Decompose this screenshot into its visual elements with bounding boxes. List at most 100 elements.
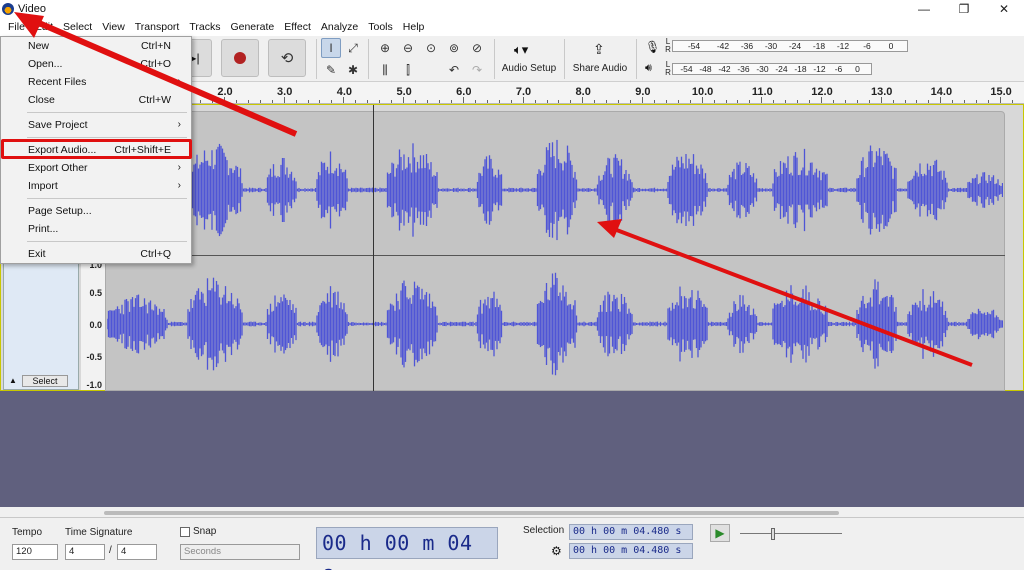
menu-transport[interactable]: Transport	[130, 18, 185, 36]
waveform-right-channel[interactable]	[107, 259, 1003, 389]
record-button[interactable]	[221, 39, 259, 77]
fit-selection-button[interactable]: ⊙	[421, 38, 441, 58]
ruler-tick-label: 10.0	[691, 86, 714, 98]
settings-gear-icon[interactable]: ⚙	[551, 544, 562, 558]
file-menu-item[interactable]: New Ctrl+N	[1, 37, 191, 55]
playhead-cursor	[373, 105, 374, 392]
time-signature-denominator[interactable]: 4	[117, 544, 157, 560]
horizontal-scrollbar[interactable]	[104, 511, 839, 515]
close-button[interactable]: ✕	[984, 0, 1024, 18]
menu-view[interactable]: View	[97, 18, 130, 36]
file-menu-item[interactable]: Page Setup...	[1, 202, 191, 220]
record-meter[interactable]: LR -54 -42 -36 -30 -24 -18 -12 -6 0	[664, 38, 908, 54]
asterisk-icon: ✱	[347, 63, 359, 77]
submenu-arrow-icon: ›	[177, 162, 181, 173]
silence-audio-button[interactable]: ⫿	[398, 60, 418, 80]
play-at-speed-button[interactable]: ▶	[710, 524, 730, 542]
selection-start-time[interactable]: 00 h 00 m 04.480 s	[569, 524, 693, 540]
amplitude-label: -1.0	[86, 380, 102, 390]
redo-button[interactable]: ↷	[467, 60, 487, 80]
minimize-button[interactable]: —	[904, 0, 944, 18]
ruler-tick	[725, 100, 727, 103]
zoom-out-button[interactable]: ⊖	[398, 38, 418, 58]
menu-help[interactable]: Help	[398, 18, 430, 36]
meter-tick-label: -42	[716, 41, 730, 51]
ruler-tick	[713, 100, 715, 103]
waveform-left-channel[interactable]	[107, 125, 1003, 255]
channel-divider	[105, 255, 1005, 256]
menu-item-label: Export Other	[28, 162, 88, 174]
multi-tool-button[interactable]: ✱	[343, 60, 363, 80]
ruler-tick	[856, 100, 858, 103]
file-menu-item[interactable]: Close Ctrl+W	[1, 91, 191, 109]
trim-audio-button[interactable]: ⫼	[375, 60, 395, 80]
ruler-tick	[427, 100, 429, 103]
ruler-tick	[988, 100, 990, 103]
snap-unit-select[interactable]: Seconds	[180, 544, 300, 560]
meter-tick-label: -18	[812, 41, 826, 51]
file-menu-item[interactable]: Exit Ctrl+Q	[1, 245, 191, 263]
ruler-tick	[331, 100, 333, 103]
snap-checkbox[interactable]	[180, 527, 190, 537]
collapse-track-button[interactable]: ▲	[6, 375, 20, 387]
menu-item-shortcut: Ctrl+O	[140, 58, 171, 70]
draw-tool-button[interactable]: ✎	[321, 60, 341, 80]
menu-tracks[interactable]: Tracks	[184, 18, 225, 36]
menu-edit[interactable]: Edit	[30, 18, 58, 36]
envelope-icon: ⤢	[348, 40, 358, 55]
submenu-arrow-icon: ›	[177, 180, 181, 191]
menu-file[interactable]: File	[3, 18, 30, 36]
share-audio-button[interactable]: ⇪ Share Audio	[570, 40, 630, 78]
playback-meter[interactable]: LR -54 -48 -42 -36 -30 -24 -18 -12 -6 0	[664, 61, 872, 77]
audio-setup-button[interactable]: 🔈︎▾ Audio Setup	[500, 40, 558, 78]
redo-icon: ↷	[471, 63, 483, 77]
ruler-tick	[450, 100, 452, 103]
fit-project-button[interactable]: ⊚	[444, 38, 464, 58]
playback-speed-slider[interactable]	[736, 526, 846, 542]
ruler-tick	[761, 97, 763, 103]
snap-label: Snap	[193, 526, 217, 537]
ruler-tick	[940, 97, 942, 103]
ruler-tick	[403, 97, 405, 103]
ruler-tick	[916, 100, 918, 103]
menu-analyze[interactable]: Analyze	[316, 18, 363, 36]
ruler-tick	[295, 100, 297, 103]
export-audio-highlight	[1, 139, 192, 159]
ruler-tick	[773, 100, 775, 103]
envelope-tool-button[interactable]: ⤢	[343, 38, 363, 58]
zoom-in-button[interactable]: ⊕	[375, 38, 395, 58]
menu-item-label: Open...	[28, 58, 63, 70]
track-select-button[interactable]: Select	[22, 375, 68, 387]
file-menu-item[interactable]: Open... Ctrl+O	[1, 55, 191, 73]
pencil-icon: ✎	[325, 63, 337, 77]
time-signature-numerator[interactable]: 4	[65, 544, 105, 560]
time-display[interactable]: 00 h 00 m 04 s	[316, 527, 498, 570]
menu-tools[interactable]: Tools	[363, 18, 398, 36]
ruler-tick	[677, 100, 679, 103]
file-menu-item[interactable]: Recent Files ›	[1, 73, 191, 91]
menu-item-label: Page Setup...	[28, 205, 92, 217]
ruler-tick	[522, 97, 524, 103]
zoom-toggle-button[interactable]: ⊘	[467, 38, 487, 58]
selection-end-time[interactable]: 00 h 00 m 04.480 s	[569, 543, 693, 559]
tempo-input[interactable]: 120	[12, 544, 58, 560]
trim-icon: ⫼	[382, 62, 388, 77]
ruler-tick	[653, 100, 655, 103]
selection-tool-button[interactable]: I	[321, 38, 341, 58]
menu-select[interactable]: Select	[58, 18, 97, 36]
menu-effect[interactable]: Effect	[279, 18, 316, 36]
ruler-tick	[594, 100, 596, 103]
loop-button[interactable]: ⟲	[268, 39, 306, 77]
ruler-tick-label: 11.0	[751, 86, 773, 98]
menu-item-shortcut: Ctrl+W	[138, 94, 171, 106]
file-menu-item[interactable]: Import ›	[1, 177, 191, 195]
file-menu-item[interactable]: Print...	[1, 220, 191, 238]
restore-button[interactable]: ❐	[944, 0, 984, 18]
menu-generate[interactable]: Generate	[225, 18, 279, 36]
file-menu-item[interactable]: Export Other ›	[1, 159, 191, 177]
meter-tick-label: -6	[863, 41, 871, 51]
empty-track-area[interactable]	[0, 391, 1024, 507]
submenu-arrow-icon: ›	[177, 119, 181, 130]
undo-button[interactable]: ↶	[444, 60, 464, 80]
file-menu-item[interactable]: Save Project ›	[1, 116, 191, 134]
